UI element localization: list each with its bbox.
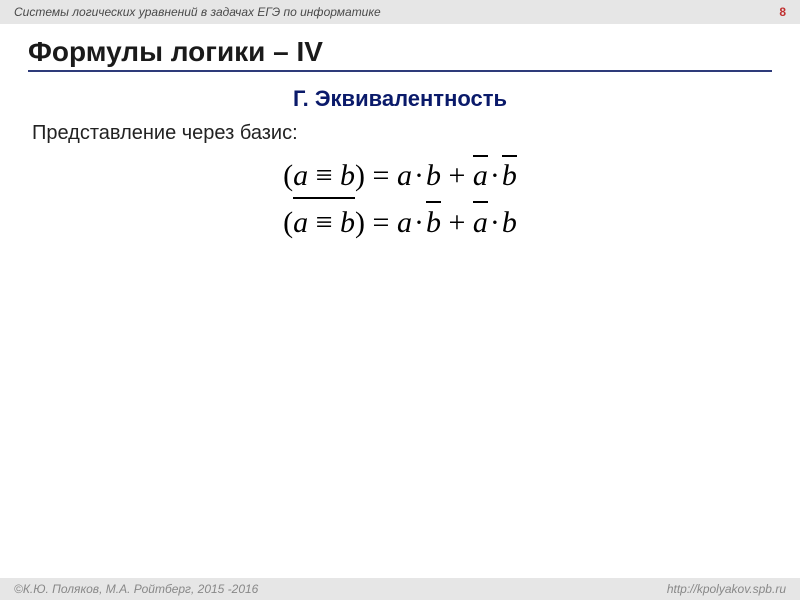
dot-symbol: · [488, 206, 502, 239]
dot-symbol: · [488, 159, 502, 192]
var-b: b [502, 206, 517, 239]
var-b: b [340, 206, 355, 239]
lparen: ( [283, 206, 293, 239]
page-number: 8 [779, 5, 786, 19]
header-topic: Системы логических уравнений в задачах Е… [14, 5, 381, 19]
equiv-symbol: ≡ [308, 159, 340, 192]
content-area: Формулы логики – IV Г. Эквивалентность П… [0, 24, 800, 246]
header-bar: Системы логических уравнений в задачах Е… [0, 0, 800, 24]
formula-block: (a ≡ b) = a·b + a·b (a ≡ b) = a·b + a·b [28, 153, 772, 246]
var-b: b [502, 159, 517, 192]
var-a: a [473, 159, 488, 192]
equals-symbol: = [365, 206, 397, 239]
page-title: Формулы логики – IV [28, 36, 772, 72]
var-a: a [397, 206, 412, 239]
var-a: a [293, 206, 308, 239]
not-b: b [502, 153, 517, 200]
formula-line-1: (a ≡ b) = a·b + a·b [283, 153, 517, 200]
rparen: ) [355, 206, 365, 239]
footer-url: http://kpolyakov.spb.ru [667, 582, 786, 596]
not-b: b [426, 200, 441, 247]
var-a: a [397, 159, 412, 192]
intro-text: Представление через базис: [32, 122, 772, 145]
equals-symbol: = [365, 159, 397, 192]
var-b: b [426, 159, 441, 192]
formula-line-2: (a ≡ b) = a·b + a·b [283, 200, 517, 247]
slide: Системы логических уравнений в задачах Е… [0, 0, 800, 600]
not-equiv-group: a ≡ b [293, 200, 355, 247]
var-b: b [340, 159, 355, 192]
dot-symbol: · [412, 206, 426, 239]
rparen: ) [355, 159, 365, 192]
var-b: b [426, 206, 441, 239]
var-a: a [293, 159, 308, 192]
lparen: ( [283, 159, 293, 192]
not-a: a [473, 200, 488, 247]
section-subtitle: Г. Эквивалентность [28, 86, 772, 112]
footer-authors: ©К.Ю. Поляков, М.А. Ройтберг, 2015 -2016 [14, 582, 258, 596]
footer-bar: ©К.Ю. Поляков, М.А. Ройтберг, 2015 -2016… [0, 578, 800, 600]
var-a: a [473, 206, 488, 239]
equiv-symbol: ≡ [308, 206, 340, 239]
not-a: a [473, 153, 488, 200]
plus-symbol: + [441, 159, 473, 192]
plus-symbol: + [441, 206, 473, 239]
dot-symbol: · [412, 159, 426, 192]
